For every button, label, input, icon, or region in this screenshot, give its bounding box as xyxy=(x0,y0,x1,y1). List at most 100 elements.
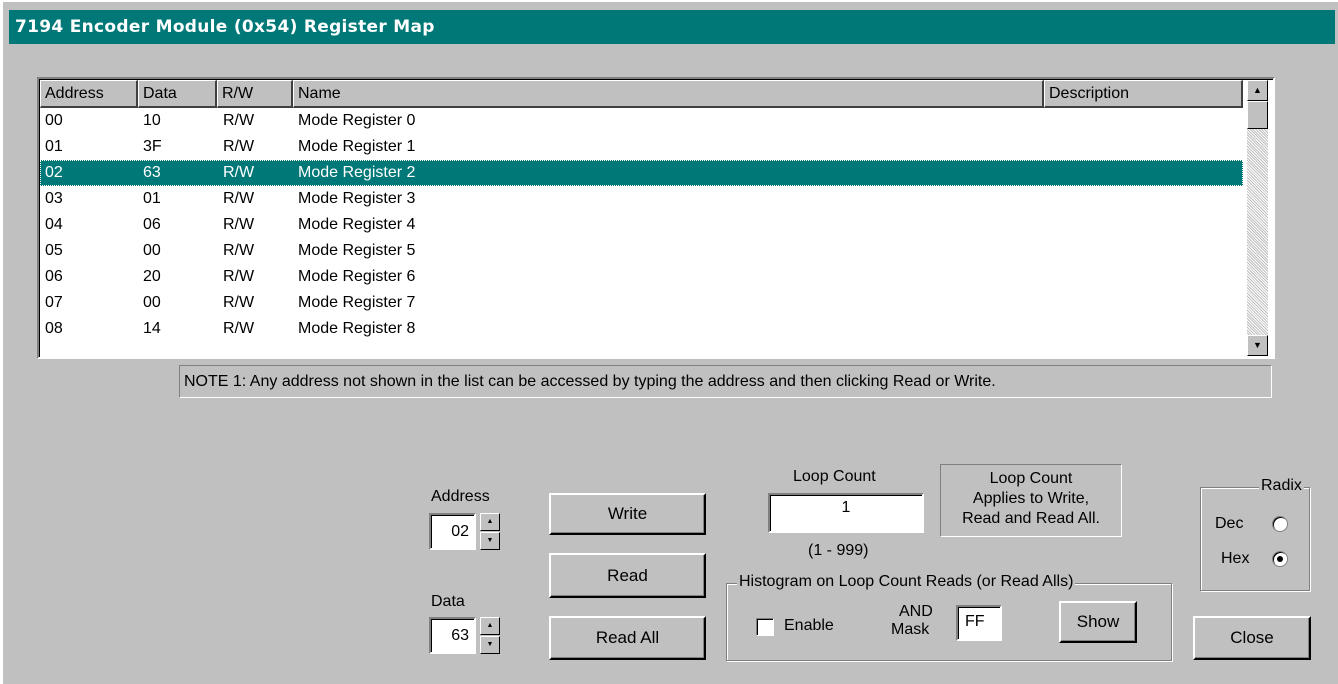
register-list[interactable]: Address Data R/W Name Description 00 10 R/… xyxy=(37,77,1275,359)
table-row[interactable]: 07 00 R/W Mode Register 7 xyxy=(40,290,1243,316)
column-header-address[interactable]: Address xyxy=(40,80,138,108)
loop-count-info: Loop Count Applies to Write, Read and Re… xyxy=(940,464,1122,537)
cell-data: 20 xyxy=(143,268,161,285)
list-header: Address Data R/W Name Description xyxy=(40,80,1248,108)
cell-name: Mode Register 4 xyxy=(298,216,416,233)
cell-data: 01 xyxy=(143,190,161,207)
cell-address: 05 xyxy=(45,242,63,259)
read-button-label: Read xyxy=(607,566,648,585)
loop-info-line-2: Applies to Write, xyxy=(972,490,1090,507)
loop-count-label: Loop Count xyxy=(793,468,876,485)
scrollbar-thumb[interactable] xyxy=(1247,101,1268,129)
mask-value: FF xyxy=(965,613,985,630)
mask-input[interactable]: FF xyxy=(956,605,1002,641)
write-button[interactable]: Write xyxy=(549,493,706,535)
table-row[interactable]: 04 06 R/W Mode Register 4 xyxy=(40,212,1243,238)
scroll-down-arrow-icon[interactable]: ▼ xyxy=(1247,335,1268,356)
close-button-label: Close xyxy=(1230,628,1274,647)
cell-address: 03 xyxy=(45,190,63,207)
address-label: Address xyxy=(431,488,490,505)
cell-address: 04 xyxy=(45,216,63,233)
column-header-rw[interactable]: R/W xyxy=(217,80,293,108)
cell-rw: R/W xyxy=(223,242,255,259)
radix-dec-label: Dec xyxy=(1215,515,1244,532)
cell-rw: R/W xyxy=(223,320,255,337)
table-row[interactable]: 01 3F R/W Mode Register 1 xyxy=(40,134,1243,160)
loop-count-input[interactable]: 1 xyxy=(768,493,924,533)
address-value: 02 xyxy=(451,523,469,540)
cell-data: 00 xyxy=(143,294,161,311)
cell-rw: R/W xyxy=(223,216,255,233)
address-spinner[interactable]: ▲ ▼ xyxy=(480,513,500,550)
column-header-name[interactable]: Name xyxy=(293,80,1044,108)
note-text: NOTE 1: Any address not shown in the lis… xyxy=(179,365,1272,398)
show-button[interactable]: Show xyxy=(1059,601,1137,643)
cell-rw: R/W xyxy=(223,190,255,207)
cell-data: 3F xyxy=(143,138,162,155)
cell-address: 00 xyxy=(45,112,63,129)
loop-count-value: 1 xyxy=(841,499,851,516)
radix-dec-radio[interactable] xyxy=(1272,516,1288,532)
histogram-group-title: Histogram on Loop Count Reads (or Read A… xyxy=(737,573,1076,591)
data-value: 63 xyxy=(451,627,469,644)
read-all-button[interactable]: Read All xyxy=(549,616,706,660)
table-row[interactable]: 02 63 R/W Mode Register 2 xyxy=(40,160,1243,186)
read-button[interactable]: Read xyxy=(549,553,706,598)
histogram-group: Histogram on Loop Count Reads (or Read A… xyxy=(726,573,1172,661)
table-row[interactable]: 05 00 R/W Mode Register 5 xyxy=(40,238,1243,264)
spin-up-icon[interactable]: ▲ xyxy=(480,513,500,531)
cell-name: Mode Register 7 xyxy=(298,294,416,311)
cell-data: 10 xyxy=(143,112,161,129)
table-row[interactable]: 00 10 R/W Mode Register 0 xyxy=(40,108,1243,134)
window-title: 7194 Encoder Module (0x54) Register Map xyxy=(9,10,1335,44)
data-spinner[interactable]: ▲ ▼ xyxy=(480,617,500,654)
radix-hex-label: Hex xyxy=(1221,550,1250,567)
loop-info-line-1: Loop Count xyxy=(989,470,1073,487)
data-input[interactable]: 63 xyxy=(429,617,476,654)
loop-info-line-3: Read and Read All. xyxy=(962,510,1100,527)
cell-address: 08 xyxy=(45,320,63,337)
read-all-button-label: Read All xyxy=(595,628,660,647)
show-button-label: Show xyxy=(1076,612,1120,631)
cell-data: 14 xyxy=(143,320,161,337)
cell-name: Mode Register 6 xyxy=(298,268,416,285)
cell-rw: R/W xyxy=(223,112,255,129)
cell-rw: R/W xyxy=(223,294,255,311)
cell-rw: R/W xyxy=(223,138,255,155)
cell-rw: R/W xyxy=(223,268,255,285)
spin-up-icon[interactable]: ▲ xyxy=(480,617,500,635)
column-header-description[interactable]: Description xyxy=(1044,80,1243,108)
cell-name: Mode Register 2 xyxy=(298,164,416,181)
cell-address: 06 xyxy=(45,268,63,285)
table-row[interactable]: 06 20 R/W Mode Register 6 xyxy=(40,264,1243,290)
spin-down-icon[interactable]: ▼ xyxy=(480,636,500,654)
spin-down-icon[interactable]: ▼ xyxy=(480,532,500,550)
cell-data: 06 xyxy=(143,216,161,233)
list-scrollbar[interactable]: ▲ ▼ xyxy=(1247,80,1268,356)
mask-label: Mask xyxy=(891,621,930,638)
cell-name: Mode Register 3 xyxy=(298,190,416,207)
loop-range-label: (1 - 999) xyxy=(808,542,869,559)
scroll-up-arrow-icon[interactable]: ▲ xyxy=(1247,80,1268,101)
cell-name: Mode Register 8 xyxy=(298,320,416,337)
table-row[interactable]: 08 14 R/W Mode Register 8 xyxy=(40,316,1243,342)
enable-checkbox[interactable] xyxy=(756,618,774,636)
close-button[interactable]: Close xyxy=(1193,616,1311,660)
and-label: AND xyxy=(899,603,933,620)
radix-group: Radix Dec Hex xyxy=(1200,477,1310,591)
cell-data: 00 xyxy=(143,242,161,259)
cell-rw: R/W xyxy=(223,164,255,181)
radix-hex-radio[interactable] xyxy=(1272,551,1288,567)
cell-address: 07 xyxy=(45,294,63,311)
address-input[interactable]: 02 xyxy=(429,513,476,550)
cell-data: 63 xyxy=(143,164,161,181)
column-header-data[interactable]: Data xyxy=(138,80,217,108)
table-row[interactable]: 03 01 R/W Mode Register 3 xyxy=(40,186,1243,212)
register-map-window: 7194 Encoder Module (0x54) Register Map … xyxy=(0,0,1338,684)
cell-address: 01 xyxy=(45,138,63,155)
write-button-label: Write xyxy=(607,504,648,523)
cell-name: Mode Register 5 xyxy=(298,242,416,259)
cell-name: Mode Register 1 xyxy=(298,138,416,155)
list-rows: 00 10 R/W Mode Register 0 01 3F R/W Mode Regist… xyxy=(40,108,1243,342)
radix-group-title: Radix xyxy=(1259,477,1304,495)
